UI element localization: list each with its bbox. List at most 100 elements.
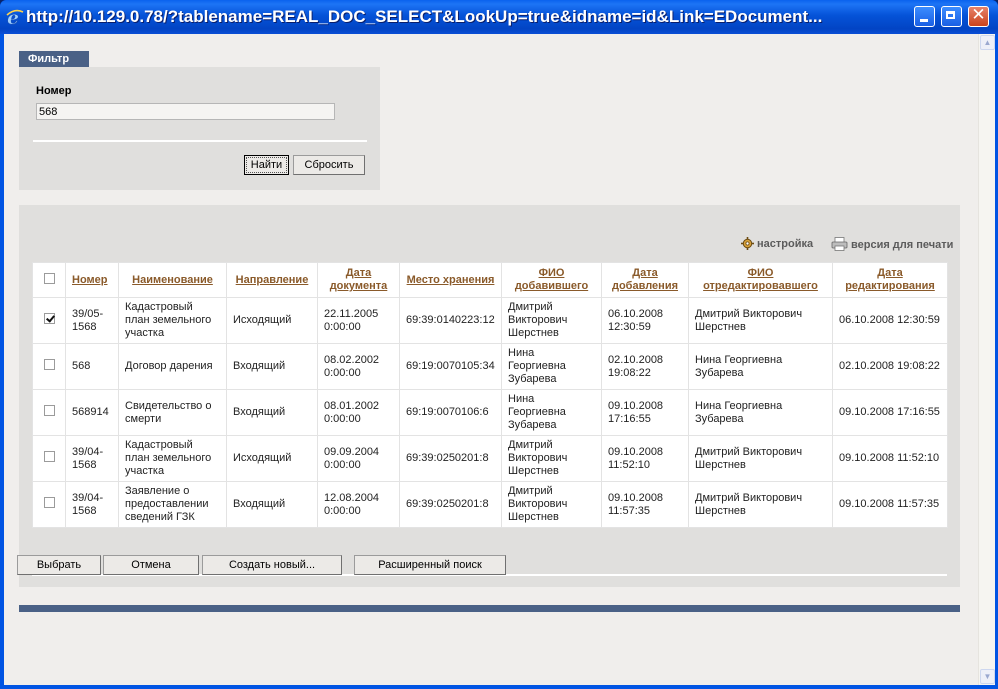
cell-number: 568914: [65, 389, 119, 436]
cell-edited-date: 02.10.2008 19:08:22: [832, 343, 948, 390]
cell-location: 69:39:0140223:12: [399, 297, 502, 344]
column-header-location[interactable]: Место хранения: [399, 262, 502, 298]
cell-edited-date: 06.10.2008 12:30:59: [832, 297, 948, 344]
cell-direction: Исходящий: [226, 435, 318, 482]
cell-edited-date: 09.10.2008 11:52:10: [832, 435, 948, 482]
cell-edited-date: 09.10.2008 11:57:35: [832, 481, 948, 528]
gear-icon: [741, 237, 754, 250]
maximize-button[interactable]: [941, 6, 962, 27]
cell-number: 39/05-1568: [65, 297, 119, 344]
row-select-cell: [32, 297, 66, 344]
cell-edited-by: Дмитрий Викторович Шерстнев: [688, 297, 833, 344]
row-checkbox[interactable]: [43, 497, 55, 508]
documents-table: Номер Наименование Направление Дата доку…: [32, 262, 948, 528]
column-header-doc-date[interactable]: Дата документа: [317, 262, 400, 298]
cell-added-by: Дмитрий Викторович Шерстнев: [501, 435, 602, 482]
cell-location: 69:39:0250201:8: [399, 481, 502, 528]
cell-name: Свидетельство о смерти: [118, 389, 227, 436]
cell-doc-date: 22.11.2005 0:00:00: [317, 297, 400, 344]
cell-doc-date: 08.02.2002 0:00:00: [317, 343, 400, 390]
row-select-cell: [32, 389, 66, 436]
column-header-name[interactable]: Наименование: [118, 262, 227, 298]
column-header-added-date[interactable]: Дата добавления: [601, 262, 689, 298]
table-header-row: Номер Наименование Направление Дата доку…: [32, 262, 948, 298]
cell-added-by: Дмитрий Викторович Шерстнев: [501, 481, 602, 528]
row-select-cell: [32, 481, 66, 528]
title-bar[interactable]: e http://10.129.0.78/?tablename=REAL_DOC…: [0, 0, 998, 34]
cell-edited-by: Дмитрий Викторович Шерстнев: [688, 435, 833, 482]
cell-added-by: Дмитрий Викторович Шерстнев: [501, 297, 602, 344]
cell-location: 69:19:0070106:6: [399, 389, 502, 436]
column-header-number[interactable]: Номер: [65, 262, 119, 298]
print-version-label: версия для печати: [851, 239, 954, 251]
cell-direction: Входящий: [226, 481, 318, 528]
cell-name: Кадастровый план земельного участка: [118, 435, 227, 482]
cell-direction: Входящий: [226, 389, 318, 436]
internet-explorer-icon: e: [6, 7, 24, 27]
cell-doc-date: 09.09.2004 0:00:00: [317, 435, 400, 482]
cell-added-date: 09.10.2008 11:52:10: [601, 435, 689, 482]
scroll-down-icon[interactable]: ▼: [980, 669, 995, 684]
page-content: Фильтр Номер Найти Сбросить настройка: [4, 34, 995, 685]
table-row[interactable]: 568 Договор дарения Входящий 08.02.2002 …: [32, 343, 948, 390]
cell-added-date: 09.10.2008 11:57:35: [601, 481, 689, 528]
row-select-cell: [32, 343, 66, 390]
cell-location: 69:39:0250201:8: [399, 435, 502, 482]
cell-direction: Исходящий: [226, 297, 318, 344]
cell-edited-by: Дмитрий Викторович Шерстнев: [688, 481, 833, 528]
cell-added-date: 02.10.2008 19:08:22: [601, 343, 689, 390]
printer-icon: [831, 237, 848, 251]
cell-name: Договор дарения: [118, 343, 227, 390]
cell-edited-by: Нина Георгиевна Зубарева: [688, 343, 833, 390]
column-header-added-by[interactable]: ФИО добавившего: [501, 262, 602, 298]
close-button[interactable]: ✕: [968, 5, 989, 27]
cell-number: 39/04-1568: [65, 435, 119, 482]
print-version-link[interactable]: версия для печати: [831, 237, 953, 251]
results-panel: настройка версия для печати Номер Наимен…: [19, 205, 960, 587]
column-header-edited-by[interactable]: ФИО отредактировавшего: [688, 262, 833, 298]
cell-number: 568: [65, 343, 119, 390]
filter-tab: Фильтр: [19, 51, 89, 67]
filter-panel: Номер Найти Сбросить: [19, 67, 380, 190]
find-button[interactable]: Найти: [244, 155, 289, 175]
cell-number: 39/04-1568: [65, 481, 119, 528]
select-all-checkbox[interactable]: [43, 272, 55, 284]
select-button[interactable]: Выбрать: [17, 555, 101, 575]
select-all-cell: [32, 262, 66, 298]
column-header-direction[interactable]: Направление: [226, 262, 318, 298]
row-checkbox[interactable]: [43, 313, 55, 324]
table-row[interactable]: 39/04-1568 Заявление о предоставлении св…: [32, 481, 948, 528]
cell-added-date: 06.10.2008 12:30:59: [601, 297, 689, 344]
row-checkbox[interactable]: [43, 359, 55, 370]
cell-direction: Входящий: [226, 343, 318, 390]
settings-link[interactable]: настройка: [741, 237, 813, 250]
row-select-cell: [32, 435, 66, 482]
create-new-button[interactable]: Создать новый...: [202, 555, 342, 575]
number-filter-input[interactable]: [36, 103, 335, 120]
column-header-edited-date[interactable]: Дата редактирования: [832, 262, 948, 298]
table-row[interactable]: 568914 Свидетельство о смерти Входящий 0…: [32, 389, 948, 436]
cell-added-by: Нина Георгиевна Зубарева: [501, 389, 602, 436]
minimize-button[interactable]: [914, 6, 935, 27]
cell-location: 69:19:0070105:34: [399, 343, 502, 390]
cell-name: Кадастровый план земельного участка: [118, 297, 227, 344]
window-title: http://10.129.0.78/?tablename=REAL_DOC_S…: [26, 7, 823, 26]
cell-edited-by: Нина Георгиевна Зубарева: [688, 389, 833, 436]
scroll-up-icon[interactable]: ▲: [980, 35, 995, 50]
cell-added-date: 09.10.2008 17:16:55: [601, 389, 689, 436]
filter-divider: [33, 140, 367, 142]
settings-link-label: настройка: [757, 238, 814, 250]
cell-name: Заявление о предоставлении сведений ГЗК: [118, 481, 227, 528]
reset-button[interactable]: Сбросить: [293, 155, 365, 175]
footer-bar: [19, 605, 960, 612]
advanced-search-button[interactable]: Расширенный поиск: [354, 555, 506, 575]
cell-added-by: Нина Георгиевна Зубарева: [501, 343, 602, 390]
table-row[interactable]: 39/05-1568 Кадастровый план земельного у…: [32, 297, 948, 344]
close-icon: ✕: [971, 5, 986, 24]
table-row[interactable]: 39/04-1568 Кадастровый план земельного у…: [32, 435, 948, 482]
cell-edited-date: 09.10.2008 17:16:55: [832, 389, 948, 436]
vertical-scrollbar[interactable]: ▲ ▼: [978, 34, 995, 685]
row-checkbox[interactable]: [43, 405, 55, 416]
row-checkbox[interactable]: [43, 451, 55, 462]
cancel-button[interactable]: Отмена: [103, 555, 199, 575]
